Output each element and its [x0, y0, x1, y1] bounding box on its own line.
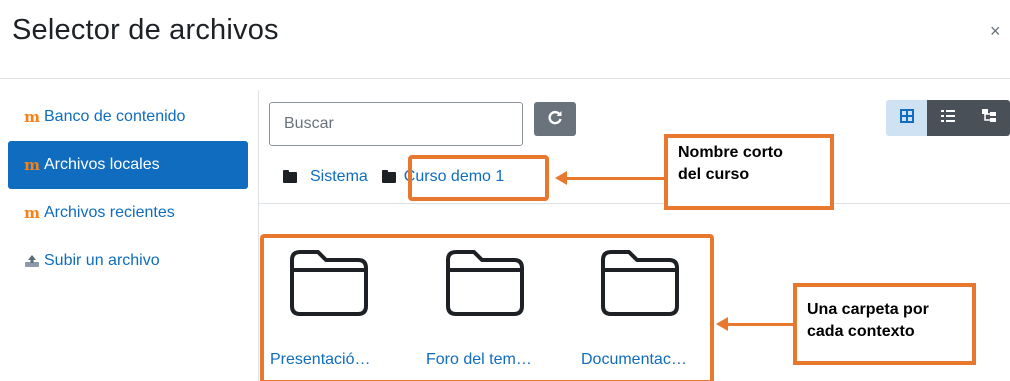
upload-icon	[24, 253, 40, 269]
sidebar-item-label: Archivos recientes	[44, 204, 175, 221]
short-name-callout: Nombre corto del curso	[664, 134, 834, 210]
folder-name: Documentac…	[581, 351, 687, 368]
moodle-logo-icon: m	[24, 204, 40, 222]
search-input[interactable]	[269, 102, 523, 146]
sidebar-item-local-files[interactable]: m Archivos locales	[8, 141, 248, 189]
list-view-button[interactable]	[927, 100, 968, 136]
breadcrumb-system[interactable]: Sistema	[310, 168, 368, 186]
list-icon	[940, 109, 955, 127]
per-context-callout: Una carpeta por cada contexto	[793, 283, 976, 365]
folder-item[interactable]: Presentació…	[270, 246, 388, 369]
folder-icon	[581, 246, 699, 318]
folder-name: Presentació…	[270, 351, 371, 368]
arrow-line	[565, 177, 664, 180]
folder-icon	[270, 246, 388, 318]
repository-sidebar: m Banco de contenido m Archivos locales …	[8, 93, 248, 285]
sidebar-item-recent-files[interactable]: m Archivos recientes	[8, 189, 248, 237]
close-icon[interactable]: ×	[990, 22, 1001, 40]
course-name-highlight	[408, 155, 549, 201]
folder-small-icon	[283, 169, 297, 183]
moodle-logo-icon: m	[24, 108, 40, 126]
header-divider	[0, 78, 1010, 79]
icons-view-button[interactable]	[886, 100, 927, 136]
sidebar-divider	[258, 90, 259, 381]
tree-icon	[982, 108, 996, 128]
folder-item[interactable]: Foro del tem…	[426, 246, 544, 369]
tree-view-button[interactable]	[968, 100, 1010, 136]
folder-name: Foro del tem…	[426, 351, 532, 368]
sidebar-item-label: Banco de contenido	[44, 108, 186, 125]
sidebar-item-upload[interactable]: Subir un archivo	[8, 237, 248, 285]
sidebar-item-label: Subir un archivo	[44, 252, 160, 269]
arrow-line	[726, 323, 794, 326]
folder-icon	[426, 246, 544, 318]
sidebar-item-label: Archivos locales	[44, 156, 160, 173]
view-mode-toggle	[886, 100, 1010, 136]
folder-item[interactable]: Documentac…	[581, 246, 699, 369]
folder-small-icon	[381, 169, 396, 183]
refresh-button[interactable]	[534, 102, 576, 136]
file-grid: Presentació… Foro del tem… Documentac…	[270, 246, 710, 381]
grid-icon	[899, 108, 914, 128]
moodle-logo-icon: m	[24, 156, 40, 174]
refresh-icon	[547, 109, 563, 130]
sidebar-item-content-bank[interactable]: m Banco de contenido	[8, 93, 248, 141]
toolbar-divider	[259, 203, 1010, 204]
dialog-title: Selector de archivos	[12, 14, 279, 46]
